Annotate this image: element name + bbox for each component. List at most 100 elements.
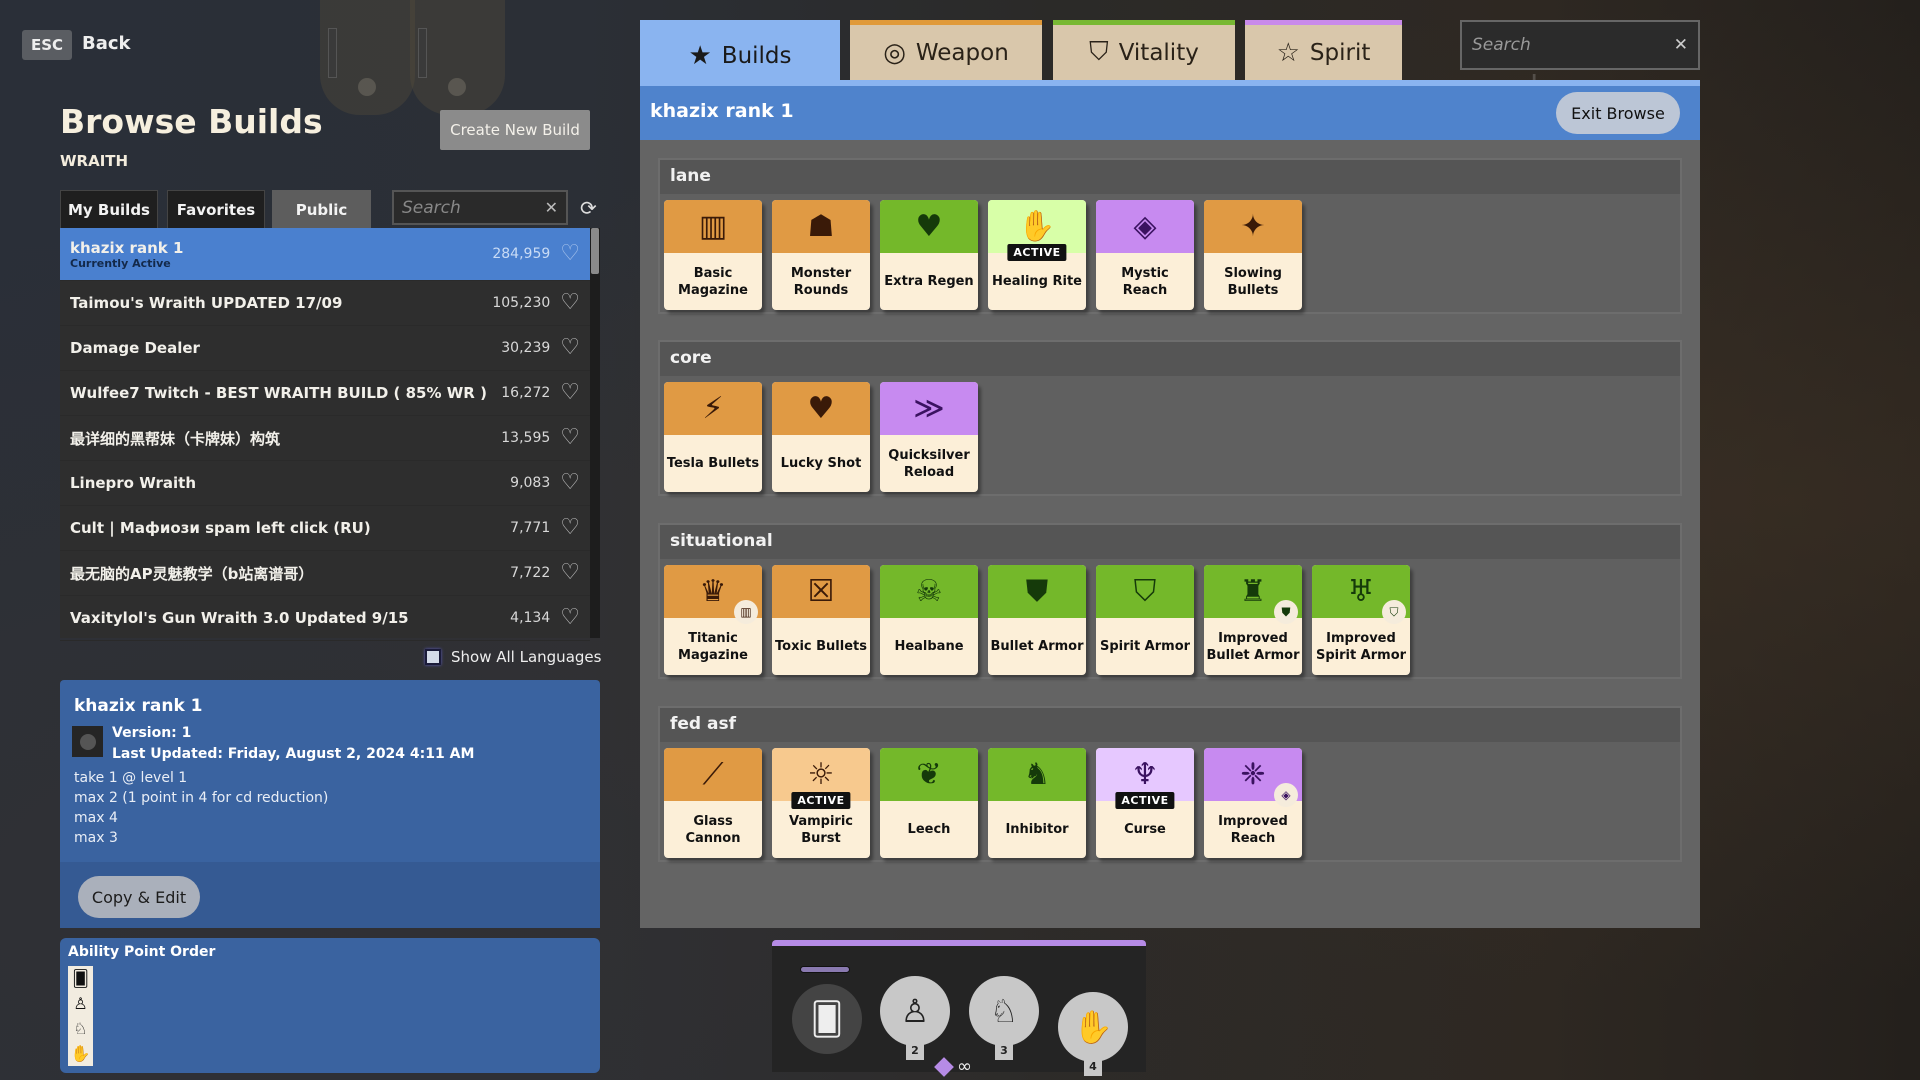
- author-avatar: [72, 726, 103, 757]
- ability-slot-4[interactable]: ✋ 4: [1058, 992, 1128, 1076]
- item-card[interactable]: ☼ ACTIVE Vampiric Burst: [772, 748, 870, 858]
- heart-icon[interactable]: ♡: [560, 562, 580, 584]
- item-icon: ♛ ▥: [664, 565, 762, 624]
- item-icon: ≫: [880, 382, 978, 435]
- build-name: Taimou's Wraith UPDATED 17/09: [70, 294, 343, 312]
- upgrade-source-icon: ▥: [734, 600, 758, 624]
- item-icon: ♥: [880, 200, 978, 253]
- heart-icon[interactable]: ♡: [560, 337, 580, 359]
- item-icon: ✦: [1204, 200, 1302, 253]
- item-card[interactable]: ☠ Healbane: [880, 565, 978, 675]
- charge-meter: [800, 966, 850, 973]
- ability-slot-3[interactable]: ♘ 3: [969, 976, 1039, 1060]
- build-row[interactable]: Damage Dealer 30,239 ♡: [60, 326, 590, 371]
- item-name: Bullet Armor: [990, 639, 1084, 654]
- scrollbar-thumb[interactable]: [591, 228, 599, 274]
- heart-icon[interactable]: ♡: [560, 427, 580, 449]
- item-card[interactable]: ♅ ⛉ Improved Spirit Armor: [1312, 565, 1410, 675]
- section-title: fed asf: [660, 708, 1680, 742]
- esc-key-button[interactable]: ESC: [22, 30, 72, 60]
- tab-weapon[interactable]: ◎ Weapon: [850, 20, 1042, 80]
- item-search-input[interactable]: Search ✕: [1460, 20, 1700, 70]
- section-title: situational: [660, 525, 1680, 559]
- heart-icon[interactable]: ♡: [560, 517, 580, 539]
- build-status: Currently Active: [70, 256, 171, 270]
- back-button[interactable]: Back: [82, 33, 131, 54]
- close-icon[interactable]: ✕: [1674, 35, 1688, 55]
- tab-vitality[interactable]: ⛉ Vitality: [1053, 20, 1235, 80]
- item-card[interactable]: ♛ ▥ Titanic Magazine: [664, 565, 762, 675]
- tab-builds[interactable]: ★ Builds: [640, 20, 840, 86]
- upgrade-source-icon: ⛊: [1274, 600, 1298, 624]
- tab-spirit[interactable]: ☆ Spirit: [1245, 20, 1402, 80]
- item-card[interactable]: ❈ ◈ Improved Reach: [1204, 748, 1302, 858]
- heart-icon[interactable]: ♡: [560, 472, 580, 494]
- item-name: Tesla Bullets: [666, 456, 760, 471]
- show-all-languages-toggle[interactable]: Show All Languages: [425, 648, 601, 666]
- item-name: Healbane: [894, 639, 964, 654]
- item-name: Spirit Armor: [1099, 639, 1191, 654]
- item-card[interactable]: ☒ Toxic Bullets: [772, 565, 870, 675]
- item-card[interactable]: ⛊ Bullet Armor: [988, 565, 1086, 675]
- item-icon: ⟋: [664, 748, 762, 801]
- item-icon: ☼ ACTIVE: [772, 748, 870, 809]
- ability-point-order-label: Ability Point Order: [68, 944, 216, 960]
- tab-public[interactable]: Public: [272, 190, 371, 228]
- favorite-count: 13,595: [501, 430, 551, 446]
- hand-orb-icon: ✋: [1073, 1008, 1113, 1046]
- item-card[interactable]: ▥ Basic Magazine: [664, 200, 762, 310]
- item-card[interactable]: ✦ Slowing Bullets: [1204, 200, 1302, 310]
- item-name: Improved Reach: [1218, 813, 1288, 846]
- item-card[interactable]: ♥ Lucky Shot: [772, 382, 870, 492]
- item-card[interactable]: ◈ Mystic Reach: [1096, 200, 1194, 310]
- favorite-count: 7,771: [510, 520, 551, 536]
- item-card[interactable]: ☗ Monster Rounds: [772, 200, 870, 310]
- item-card[interactable]: ≫ Quicksilver Reload: [880, 382, 978, 492]
- close-icon[interactable]: ✕: [545, 198, 558, 217]
- item-icon: ☒: [772, 565, 870, 618]
- heart-icon[interactable]: ♡: [560, 607, 580, 629]
- ability-slot-1[interactable]: 🂠: [792, 984, 862, 1054]
- item-name: Titanic Magazine: [678, 630, 748, 663]
- page-title: Browse Builds: [60, 102, 323, 141]
- item-card[interactable]: ♆ ACTIVE Curse: [1096, 748, 1194, 858]
- item-card[interactable]: ❦ Leech: [880, 748, 978, 858]
- build-name: Cult | Мафиози spam left click (RU): [70, 519, 371, 537]
- refresh-icon[interactable]: ⟳: [580, 196, 597, 220]
- item-card[interactable]: ♞ Inhibitor: [988, 748, 1086, 858]
- build-name: Wulfee7 Twitch - BEST WRAITH BUILD ( 85%…: [70, 384, 487, 402]
- item-card[interactable]: ⛉ Spirit Armor: [1096, 565, 1194, 675]
- build-search-input[interactable]: Search ✕: [392, 190, 568, 225]
- create-new-build-button[interactable]: Create New Build: [440, 110, 590, 150]
- item-name: Slowing Bullets: [1224, 265, 1282, 298]
- item-name: Quicksilver Reload: [888, 447, 970, 480]
- build-row[interactable]: Taimou's Wraith UPDATED 17/09 105,230 ♡: [60, 281, 590, 326]
- item-card[interactable]: ♥ Extra Regen: [880, 200, 978, 310]
- exit-browse-button[interactable]: Exit Browse: [1556, 92, 1680, 134]
- heart-icon[interactable]: ♡: [560, 292, 580, 314]
- item-card[interactable]: ✋ ACTIVE Healing Rite: [988, 200, 1086, 310]
- build-row[interactable]: Cult | Мафиози spam left click (RU) 7,771…: [60, 506, 590, 551]
- active-badge: ACTIVE: [1007, 244, 1067, 261]
- item-card[interactable]: ♜ ⛊ Improved Bullet Armor: [1204, 565, 1302, 675]
- build-row[interactable]: 最详细的黑帮妹（卡牌妹）构筑 13,595 ♡: [60, 416, 590, 461]
- build-row[interactable]: Wulfee7 Twitch - BEST WRAITH BUILD ( 85%…: [60, 371, 590, 416]
- heart-icon[interactable]: ♡: [560, 243, 580, 265]
- ability-slot-2[interactable]: ♙ 2: [880, 976, 950, 1060]
- heart-icon[interactable]: ♡: [560, 382, 580, 404]
- checkbox[interactable]: [425, 649, 441, 665]
- build-row[interactable]: khazix rank 1 Currently Active 284,959 ♡: [60, 228, 590, 281]
- copy-edit-button[interactable]: Copy & Edit: [78, 876, 200, 918]
- tab-favorites[interactable]: Favorites: [167, 190, 265, 228]
- item-name: Improved Bullet Armor: [1206, 630, 1300, 663]
- build-row[interactable]: Linepro Wraith 9,083 ♡: [60, 461, 590, 506]
- build-list-scrollbar[interactable]: [590, 228, 600, 638]
- tab-my-builds[interactable]: My Builds: [60, 190, 158, 228]
- item-name: Inhibitor: [1005, 822, 1069, 837]
- item-card[interactable]: ⚡ Tesla Bullets: [664, 382, 762, 492]
- favorite-count: 30,239: [501, 340, 551, 356]
- item-card[interactable]: ⟋ Glass Cannon: [664, 748, 762, 858]
- build-row[interactable]: 最无脑的AP灵魅教学（b站离谱哥） 7,722 ♡: [60, 551, 590, 596]
- hero-portrait: [320, 0, 415, 115]
- build-row[interactable]: Vaxitylol's Gun Wraith 3.0 Updated 9/15 4…: [60, 596, 590, 641]
